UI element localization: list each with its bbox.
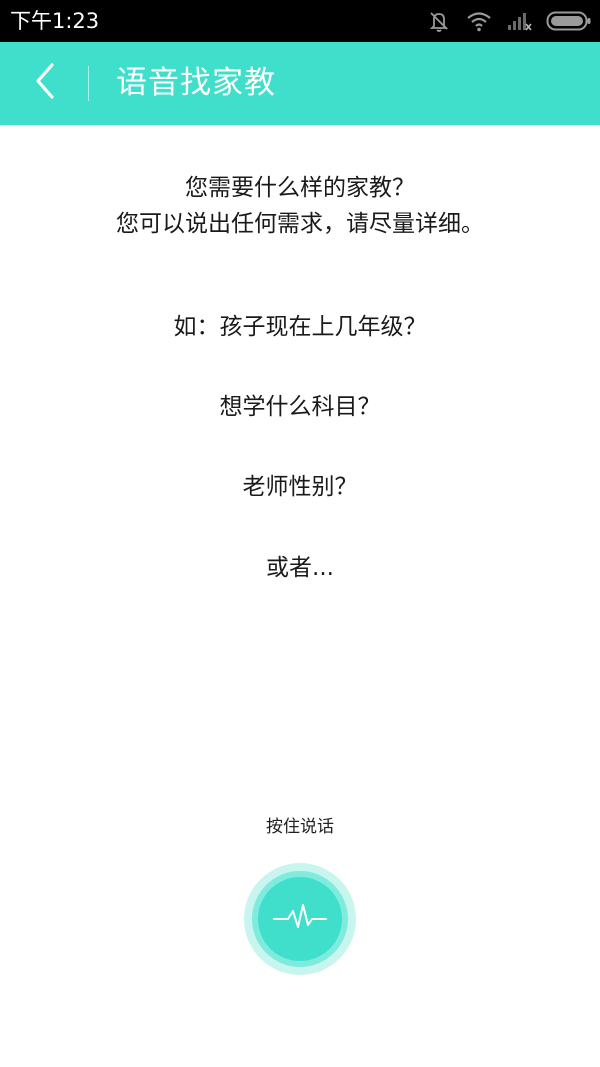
prompt-instruction: 您可以说出任何需求，请尽量详细。 xyxy=(116,211,484,237)
waveform-icon xyxy=(270,899,330,939)
header-divider xyxy=(88,66,89,101)
prompt-block: 您需要什么样的家教？ 您可以说出任何需求，请尽量详细。 xyxy=(0,170,600,242)
example-grade: 如：孩子现在上几年级？ xyxy=(173,314,427,340)
status-time: 下午1:23 xyxy=(10,9,100,33)
voice-tutor-screen: 下午1:23 语音找家教 您需要什么样的家教？ 您可以说出任何需求，请尽量详细。… xyxy=(0,0,600,1067)
voice-record-button[interactable] xyxy=(244,863,356,975)
app-header: 语音找家教 xyxy=(0,42,600,125)
voice-button-core xyxy=(258,877,342,961)
signal-icon xyxy=(506,9,532,33)
status-icons xyxy=(426,6,592,36)
example-gender: 老师性别？ xyxy=(242,474,358,500)
back-button[interactable] xyxy=(18,56,72,110)
voice-button-ring xyxy=(252,871,348,967)
example-subject: 想学什么科目？ xyxy=(219,394,381,420)
status-bar: 下午1:23 xyxy=(0,0,600,42)
example-other: 或者... xyxy=(266,555,334,581)
hold-to-talk-label: 按住说话 xyxy=(266,817,334,837)
wifi-icon xyxy=(466,9,492,33)
battery-icon xyxy=(546,10,592,32)
page-title: 语音找家教 xyxy=(116,65,276,101)
prompt-question: 您需要什么样的家教？ xyxy=(185,175,415,201)
mute-icon xyxy=(426,8,452,34)
chevron-left-icon xyxy=(30,61,60,105)
